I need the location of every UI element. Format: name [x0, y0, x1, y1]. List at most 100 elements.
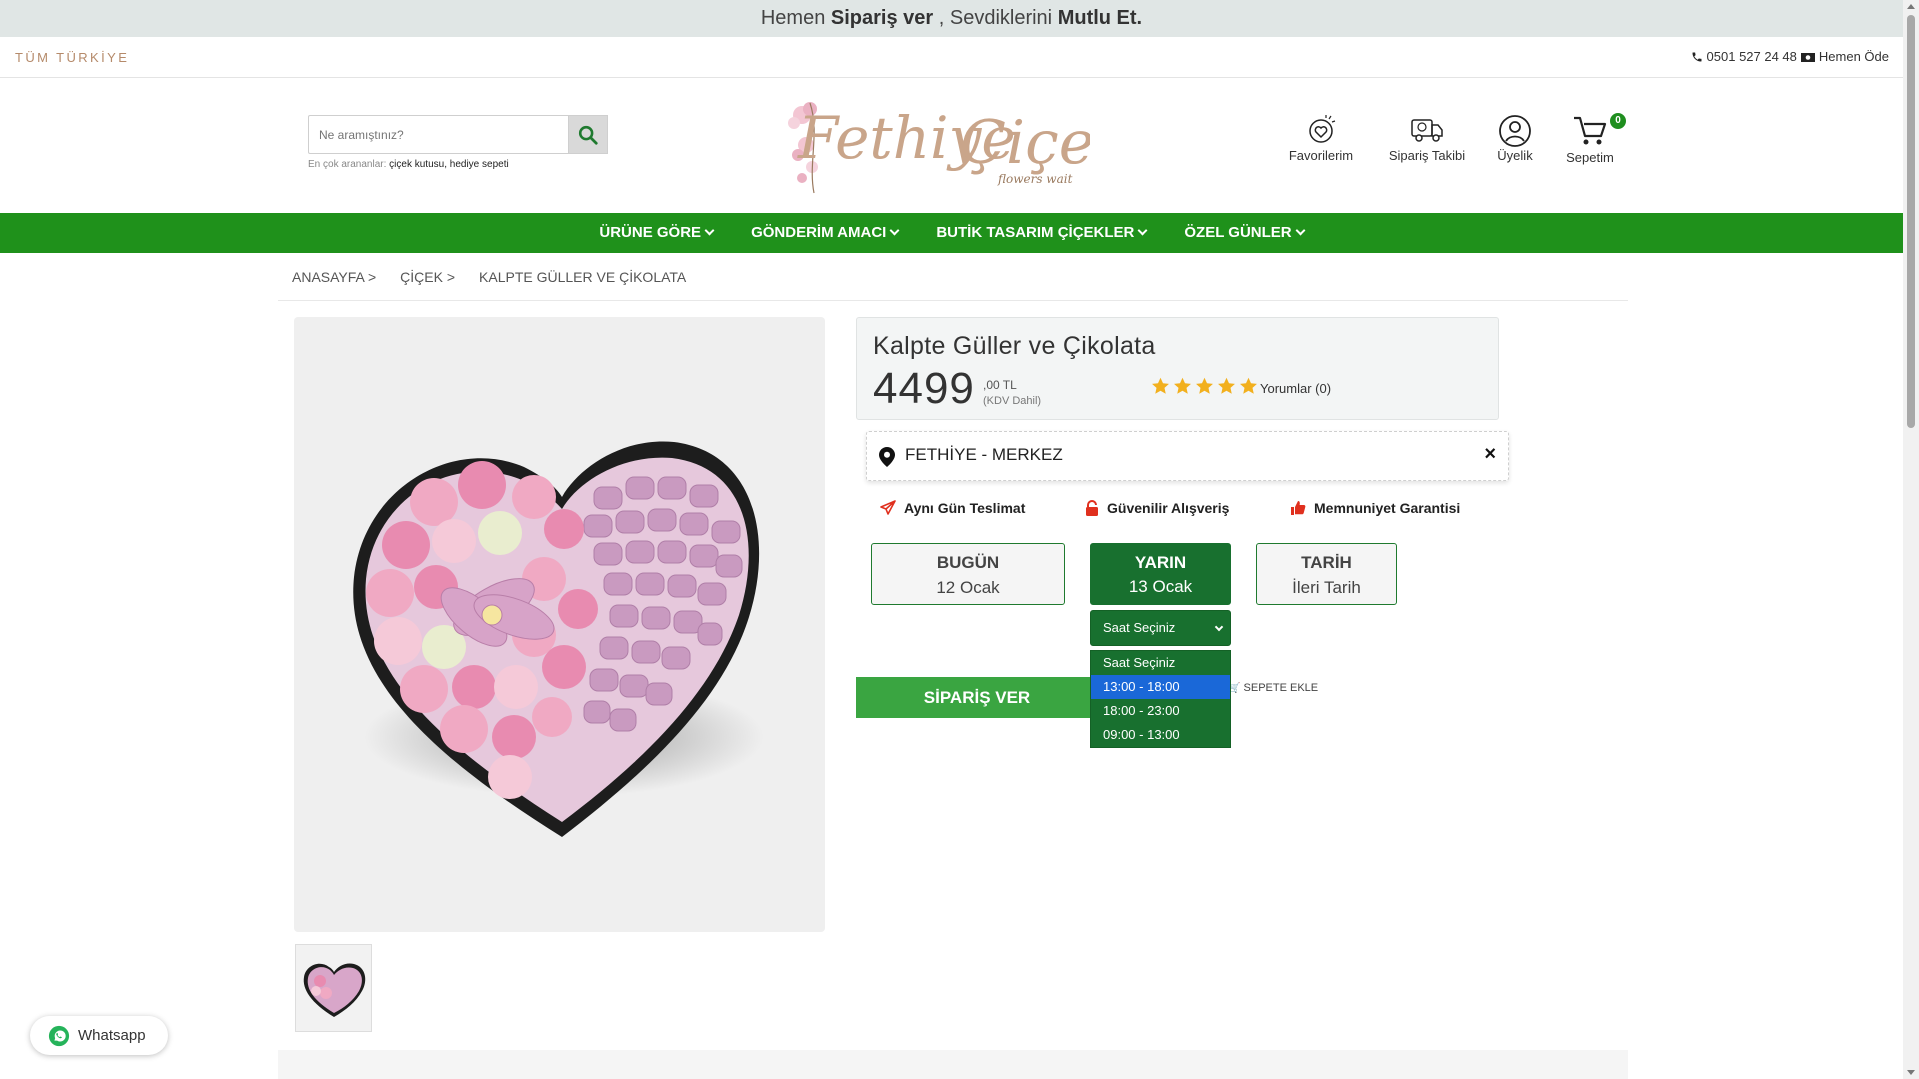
- page: Hemen Sipariş ver , Sevdiklerini Mutlu E…: [0, 0, 1919, 1079]
- chevron-down-icon: [1295, 225, 1306, 236]
- banner-text-1: Hemen: [760, 7, 831, 29]
- popular-link-2[interactable]: hediye sepeti: [450, 159, 509, 170]
- breadcrumb: ANASAYFA > ÇİÇEK > KALPTE GÜLLER VE ÇİKO…: [278, 253, 1628, 301]
- user-icon: [1499, 115, 1531, 147]
- date-title: TARİH: [1301, 553, 1352, 572]
- breadcrumb-category[interactable]: ÇİÇEK >: [400, 269, 455, 285]
- chevron-down-icon: [704, 225, 715, 236]
- date-today-button[interactable]: BUGÜN 12 Ocak: [871, 543, 1065, 605]
- thumbs-up-icon: [1291, 501, 1306, 515]
- time-option[interactable]: 09:00 - 13:00: [1091, 723, 1230, 747]
- scrollbar-thumb[interactable]: [1907, 15, 1915, 428]
- product-title: Kalpte Güller ve Çikolata: [873, 332, 1156, 360]
- heart-flower-icon: [1309, 115, 1336, 143]
- add-to-cart-link[interactable]: 🛒 SEPETE EKLE: [1228, 682, 1318, 694]
- product-image[interactable]: [294, 317, 825, 932]
- top-strip: TÜM TÜRKİYE 0501 527 24 48 Hemen Öde: [0, 37, 1903, 78]
- page-scrollbar[interactable]: [1903, 0, 1919, 1079]
- banner-text-2: , Sevdiklerini: [933, 7, 1058, 29]
- search-button[interactable]: [568, 115, 608, 154]
- cart-icon: [1574, 116, 1607, 145]
- add-to-cart-label: SEPETE EKLE: [1243, 682, 1319, 694]
- nav-label: GÖNDERİM AMACI: [751, 224, 887, 241]
- search-icon: [578, 125, 598, 145]
- star-icon: [1196, 377, 1213, 394]
- promo-banner: Hemen Sipariş ver , Sevdiklerini Mutlu E…: [0, 0, 1903, 37]
- pay-now-link[interactable]: Hemen Öde: [1819, 49, 1889, 64]
- star-icon: [1152, 377, 1169, 394]
- date-tomorrow-button[interactable]: YARIN 13 Ocak: [1090, 543, 1231, 605]
- site-logo[interactable]: Fethiye Çiçek flowers wait: [780, 83, 1131, 208]
- whatsapp-button[interactable]: Whatsapp: [30, 1016, 168, 1055]
- location-text: FETHİYE - MERKEZ: [905, 445, 1063, 464]
- close-icon[interactable]: ×: [1484, 443, 1496, 466]
- favorites-link[interactable]: Favorilerim: [1286, 114, 1356, 163]
- time-option[interactable]: 18:00 - 23:00: [1091, 699, 1230, 723]
- time-select-value: Saat Seçiniz: [1103, 620, 1176, 635]
- search-box: [308, 115, 608, 154]
- product-price: 4499: [873, 364, 975, 413]
- banner-bold-1: Sipariş ver: [830, 7, 934, 29]
- popular-link-1[interactable]: çiçek kutusu: [389, 159, 444, 170]
- nav-item-urune-gore[interactable]: ÜRÜNE GÖRE: [580, 213, 732, 253]
- lock-icon: [1086, 500, 1098, 516]
- region-label[interactable]: TÜM TÜRKİYE: [15, 50, 129, 65]
- account-link[interactable]: Üyelik: [1490, 114, 1540, 163]
- feature-label: Memnuniyet Garantisi: [1314, 500, 1461, 516]
- popular-label: En çok arananlar:: [308, 159, 387, 170]
- breadcrumb-home[interactable]: ANASAYFA >: [292, 269, 376, 285]
- nav-item-butik-tasarim[interactable]: BUTİK TASARIM ÇİÇEKLER: [917, 213, 1165, 253]
- date-sub: 12 Ocak: [936, 578, 1000, 597]
- feature-same-day: Aynı Gün Teslimat: [880, 500, 1025, 516]
- feature-list: Aynı Gün Teslimat Güvenilir Alışveriş Me…: [880, 500, 1500, 524]
- reviews-link[interactable]: Yorumlar (0): [1260, 381, 1331, 396]
- nav-item-gonderim-amaci[interactable]: GÖNDERİM AMACI: [732, 213, 917, 253]
- nav-label: ÖZEL GÜNLER: [1184, 224, 1292, 241]
- feature-secure: Güvenilir Alışveriş: [1085, 500, 1229, 516]
- nav-label: BUTİK TASARIM ÇİÇEKLER: [936, 224, 1135, 241]
- product-thumbnail[interactable]: [295, 944, 372, 1032]
- logo-tagline: flowers wait: [997, 172, 1073, 186]
- site-header: En çok arananlar: çiçek kutusu, hediye s…: [0, 78, 1903, 213]
- feature-label: Güvenilir Alışveriş: [1107, 500, 1230, 516]
- banner-bold-2: Mutlu Et.: [1057, 7, 1143, 29]
- search-input[interactable]: [308, 115, 568, 154]
- star-icon: [1174, 377, 1191, 394]
- popular-searches: En çok arananlar: çiçek kutusu, hediye s…: [308, 159, 509, 170]
- star-icon: [1240, 377, 1257, 394]
- account-label: Üyelik: [1497, 148, 1533, 163]
- star-icon: [1218, 377, 1235, 394]
- delivery-location[interactable]: FETHİYE - MERKEZ ×: [866, 431, 1509, 481]
- main-nav: ÜRÜNE GÖRE GÖNDERİM AMACI BUTİK TASARIM …: [0, 213, 1903, 253]
- time-option[interactable]: 13:00 - 18:00: [1091, 675, 1230, 699]
- phone-number[interactable]: 0501 527 24 48: [1707, 49, 1797, 64]
- logo-text-cicek: Çiçek: [960, 108, 1090, 178]
- time-dropdown: Saat Seçiniz 13:00 - 18:00 18:00 - 23:00…: [1090, 650, 1231, 748]
- time-option[interactable]: Saat Seçiniz: [1091, 651, 1230, 675]
- feature-satisfaction: Memnuniyet Garantisi: [1290, 500, 1460, 516]
- date-title: BUGÜN: [936, 553, 1000, 572]
- cart-count-badge: 0: [1610, 113, 1626, 129]
- breadcrumb-current: KALPTE GÜLLER VE ÇİKOLATA: [479, 268, 687, 285]
- order-button[interactable]: SİPARİŞ VER: [856, 677, 1098, 718]
- tracking-label: Sipariş Takibi: [1388, 148, 1466, 163]
- chevron-down-icon: [889, 225, 900, 236]
- favorites-label: Favorilerim: [1288, 148, 1354, 163]
- time-select[interactable]: Saat Seçiniz: [1090, 610, 1231, 646]
- feature-label: Aynı Gün Teslimat: [904, 500, 1026, 516]
- vat-note: (KDV Dahil): [983, 395, 1042, 407]
- chevron-down-icon: [1137, 225, 1148, 236]
- nav-label: ÜRÜNE GÖRE: [599, 224, 702, 241]
- paper-plane-icon: [880, 500, 896, 515]
- date-sub: 13 Ocak: [1128, 577, 1193, 596]
- order-tracking-link[interactable]: Sipariş Takibi: [1382, 114, 1472, 163]
- scroll-up-arrow-icon[interactable]: [1907, 4, 1915, 9]
- whatsapp-icon: [48, 1025, 70, 1046]
- whatsapp-label: Whatsapp: [78, 1027, 146, 1044]
- nav-item-ozel-gunler[interactable]: ÖZEL GÜNLER: [1165, 213, 1322, 253]
- date-custom-button[interactable]: TARİH İleri Tarih: [1256, 543, 1397, 605]
- scroll-down-arrow-icon[interactable]: [1907, 1070, 1915, 1075]
- price-cents: ,00 TL: [983, 378, 1017, 392]
- rating-stars[interactable]: [1151, 377, 1258, 395]
- cart-link[interactable]: 0 Sepetim: [1560, 113, 1626, 165]
